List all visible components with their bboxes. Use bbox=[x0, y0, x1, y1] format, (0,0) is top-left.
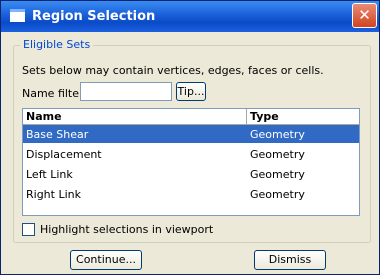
row-name: Displacement bbox=[26, 148, 102, 161]
window-icon bbox=[10, 9, 25, 22]
sets-table: Name Type Base Shear Geometry Displaceme… bbox=[22, 108, 360, 216]
row-type: Geometry bbox=[250, 188, 305, 201]
column-header-name[interactable]: Name bbox=[26, 110, 62, 123]
column-divider[interactable] bbox=[246, 109, 247, 124]
window-title: Region Selection bbox=[32, 9, 156, 24]
name-filter-label: Name filter: bbox=[22, 87, 88, 100]
row-type: Geometry bbox=[250, 168, 305, 181]
highlight-checkbox-label[interactable]: Highlight selections in viewport bbox=[40, 223, 213, 236]
tip-button[interactable]: Tip... bbox=[176, 82, 206, 101]
close-button[interactable]: ✕ bbox=[352, 3, 377, 28]
name-filter-input[interactable] bbox=[80, 82, 172, 101]
row-type: Geometry bbox=[250, 128, 305, 141]
table-header: Name Type bbox=[23, 109, 359, 125]
column-header-type[interactable]: Type bbox=[250, 110, 279, 123]
continue-button[interactable]: Continue... bbox=[70, 250, 142, 270]
highlight-checkbox[interactable] bbox=[22, 223, 35, 236]
table-row[interactable]: Left Link Geometry bbox=[23, 165, 359, 183]
table-row[interactable]: Base Shear Geometry bbox=[23, 125, 359, 143]
table-row[interactable]: Displacement Geometry bbox=[23, 145, 359, 163]
dismiss-button[interactable]: Dismiss bbox=[254, 250, 326, 270]
table-row[interactable]: Right Link Geometry bbox=[23, 185, 359, 203]
row-name: Left Link bbox=[26, 168, 73, 181]
group-legend: Eligible Sets bbox=[20, 38, 94, 51]
row-type: Geometry bbox=[250, 148, 305, 161]
title-bar[interactable]: Region Selection ✕ bbox=[1, 1, 379, 32]
row-name: Right Link bbox=[26, 188, 81, 201]
row-name: Base Shear bbox=[26, 128, 89, 141]
group-description: Sets below may contain vertices, edges, … bbox=[22, 64, 324, 77]
